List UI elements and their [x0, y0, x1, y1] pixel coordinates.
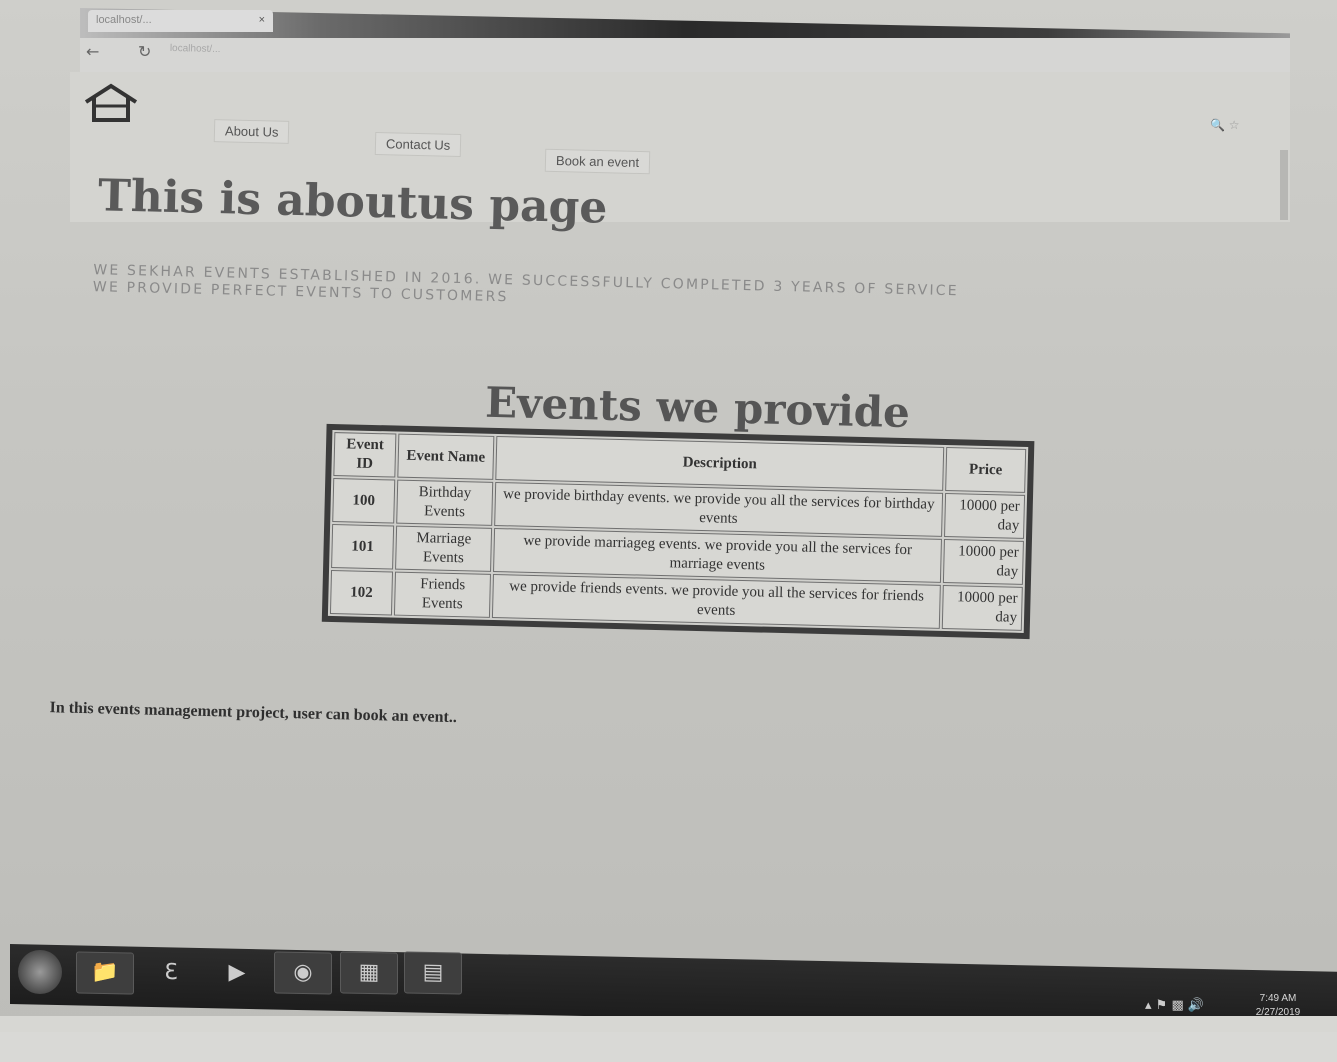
page-title: This is aboutus page: [97, 170, 608, 234]
cell-price: 10000 per day: [944, 492, 1026, 539]
start-orb-icon[interactable]: [18, 950, 62, 994]
page-content: This is aboutus page WE SEKHAR EVENTS ES…: [0, 0, 1337, 1062]
app-icon[interactable]: ▦: [340, 951, 398, 995]
chrome-icon[interactable]: ◉: [274, 951, 332, 995]
cell-price: 10000 per day: [942, 538, 1024, 585]
footer-text: In this events management project, user …: [49, 699, 458, 727]
events-heading: Events we provide: [484, 377, 911, 438]
cell-event-name: Birthday Events: [396, 479, 494, 526]
cell-price: 10000 per day: [941, 584, 1023, 631]
cell-event-id: 100: [332, 478, 396, 524]
media-player-icon[interactable]: ▶: [208, 951, 266, 994]
cell-event-name: Marriage Events: [395, 525, 493, 572]
clock-time: 7:49 AM: [1259, 993, 1297, 1004]
header-event-id: Event ID: [333, 432, 397, 478]
system-tray-icons[interactable]: ▴ ⚑ ▩ 🔊: [1145, 998, 1204, 1013]
cell-event-name: Friends Events: [393, 571, 491, 618]
internet-explorer-icon[interactable]: ℇ: [142, 951, 200, 994]
events-table: Event ID Event Name Description Price 10…: [321, 423, 1035, 640]
header-price: Price: [945, 446, 1027, 493]
screen: localhost/... × ← ↻ localhost/... 🔍 ☆ Ab…: [0, 0, 1337, 1032]
header-event-name: Event Name: [397, 433, 495, 480]
cell-event-id: 101: [331, 524, 395, 570]
cell-event-id: 102: [329, 569, 394, 616]
monitor-bezel: [0, 1016, 1337, 1032]
cell-description: we provide friends events. we provide yo…: [491, 573, 941, 629]
document-icon[interactable]: ▤: [404, 951, 462, 995]
file-explorer-icon[interactable]: 📁: [76, 951, 134, 995]
about-text: WE SEKHAR EVENTS ESTABLISHED IN 2016. WE…: [93, 262, 959, 317]
